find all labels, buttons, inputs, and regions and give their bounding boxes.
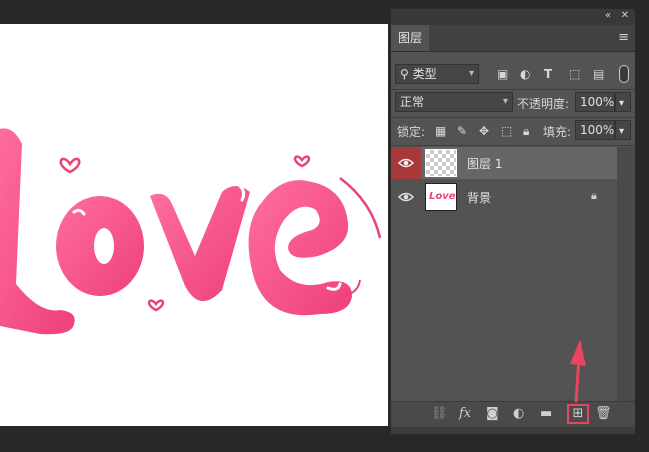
layer-name[interactable]: 图层 1 bbox=[467, 155, 502, 172]
layer-row-layer1[interactable]: 图层 1 bbox=[391, 147, 619, 179]
mask-icon[interactable]: ◙ bbox=[486, 406, 499, 422]
layer-thumbnail-transparent bbox=[425, 149, 457, 177]
lock-artboard-icon[interactable]: ⬚ bbox=[501, 124, 512, 138]
opacity-dropdown[interactable]: ▾ bbox=[615, 92, 631, 112]
panel-title-bar: « ✕ bbox=[391, 9, 635, 25]
collapse-icon[interactable]: « bbox=[605, 10, 611, 21]
document-canvas[interactable] bbox=[0, 24, 388, 426]
layer-row-background[interactable]: Love 背景 🔒︎ bbox=[391, 181, 619, 213]
tab-layers[interactable]: 图层 bbox=[391, 25, 429, 51]
opacity-input[interactable]: 100% bbox=[575, 92, 615, 112]
panel-tab-bar: 图层 ≡ bbox=[391, 25, 635, 52]
new-layer-button[interactable]: ⊞ bbox=[567, 404, 589, 424]
layer-name[interactable]: 背景 bbox=[467, 189, 491, 206]
smart-object-filter-icon[interactable]: ▤ bbox=[593, 67, 604, 81]
lock-label: 锁定: bbox=[397, 125, 426, 139]
lock-all-icon[interactable]: 🔒︎ bbox=[523, 124, 529, 138]
panel-resize-grip[interactable] bbox=[391, 427, 635, 434]
fill-dropdown[interactable]: ▾ bbox=[615, 120, 631, 140]
lock-row: 锁定: ▦ ✎ ✥ ⬚ 🔒︎ 填充: 100% ▾ bbox=[391, 119, 635, 143]
visibility-toggle[interactable] bbox=[391, 181, 421, 213]
close-icon[interactable]: ✕ bbox=[621, 10, 629, 21]
fill-input[interactable]: 100% bbox=[575, 120, 615, 140]
chevron-down-icon: ▾ bbox=[468, 68, 474, 79]
fill-label: 填充: bbox=[543, 125, 572, 139]
thumbnail-love-text: Love bbox=[429, 191, 456, 202]
link-icon[interactable]: ⛓ bbox=[431, 406, 448, 422]
adjustment-icon[interactable]: ◐ bbox=[513, 406, 524, 422]
lock-icon: 🔒︎ bbox=[591, 189, 597, 202]
lock-position-icon[interactable]: ✥ bbox=[479, 124, 489, 138]
trash-icon[interactable]: 🗑︎ bbox=[595, 406, 612, 422]
lock-brush-icon[interactable]: ✎ bbox=[457, 124, 467, 138]
type-filter-icon[interactable]: T bbox=[544, 67, 552, 81]
shape-filter-icon[interactable]: ⬚ bbox=[569, 67, 580, 81]
blend-mode-dropdown[interactable]: 正常 ▾ bbox=[395, 92, 513, 112]
filter-toggle[interactable] bbox=[619, 65, 629, 83]
eye-icon bbox=[397, 158, 415, 168]
adjustment-filter-icon[interactable]: ◐ bbox=[520, 67, 530, 81]
filter-kind-dropdown[interactable]: ⚲ 类型 ▾ bbox=[395, 64, 479, 84]
folder-icon[interactable]: ▬ bbox=[540, 406, 552, 422]
annotation-arrow bbox=[570, 340, 586, 403]
panel-menu-icon[interactable]: ≡ bbox=[618, 30, 629, 45]
blend-row: 正常 ▾ 不透明度: 100% ▾ bbox=[391, 91, 635, 115]
chevron-down-icon: ▾ bbox=[619, 98, 625, 109]
fx-icon[interactable]: fx bbox=[459, 406, 471, 422]
layer-thumbnail-background: Love bbox=[425, 183, 457, 211]
blend-mode-value: 正常 bbox=[400, 95, 425, 109]
chevron-down-icon: ▾ bbox=[619, 126, 625, 137]
opacity-label: 不透明度: bbox=[517, 97, 570, 111]
filter-row: ⚲ 类型 ▾ ▣ ◐ T ⬚ ▤ bbox=[391, 63, 635, 87]
lock-transparency-icon[interactable]: ▦ bbox=[435, 124, 446, 138]
visibility-toggle[interactable] bbox=[391, 147, 421, 179]
pixel-filter-icon[interactable]: ▣ bbox=[497, 67, 508, 81]
filter-kind-label: 类型 bbox=[412, 67, 437, 81]
eye-icon bbox=[397, 192, 415, 202]
search-icon: ⚲ bbox=[400, 67, 413, 81]
layers-scrollbar[interactable] bbox=[617, 147, 635, 401]
new-layer-icon: ⊞ bbox=[572, 406, 584, 421]
chevron-down-icon: ▾ bbox=[502, 96, 508, 107]
love-artwork bbox=[0, 128, 382, 335]
